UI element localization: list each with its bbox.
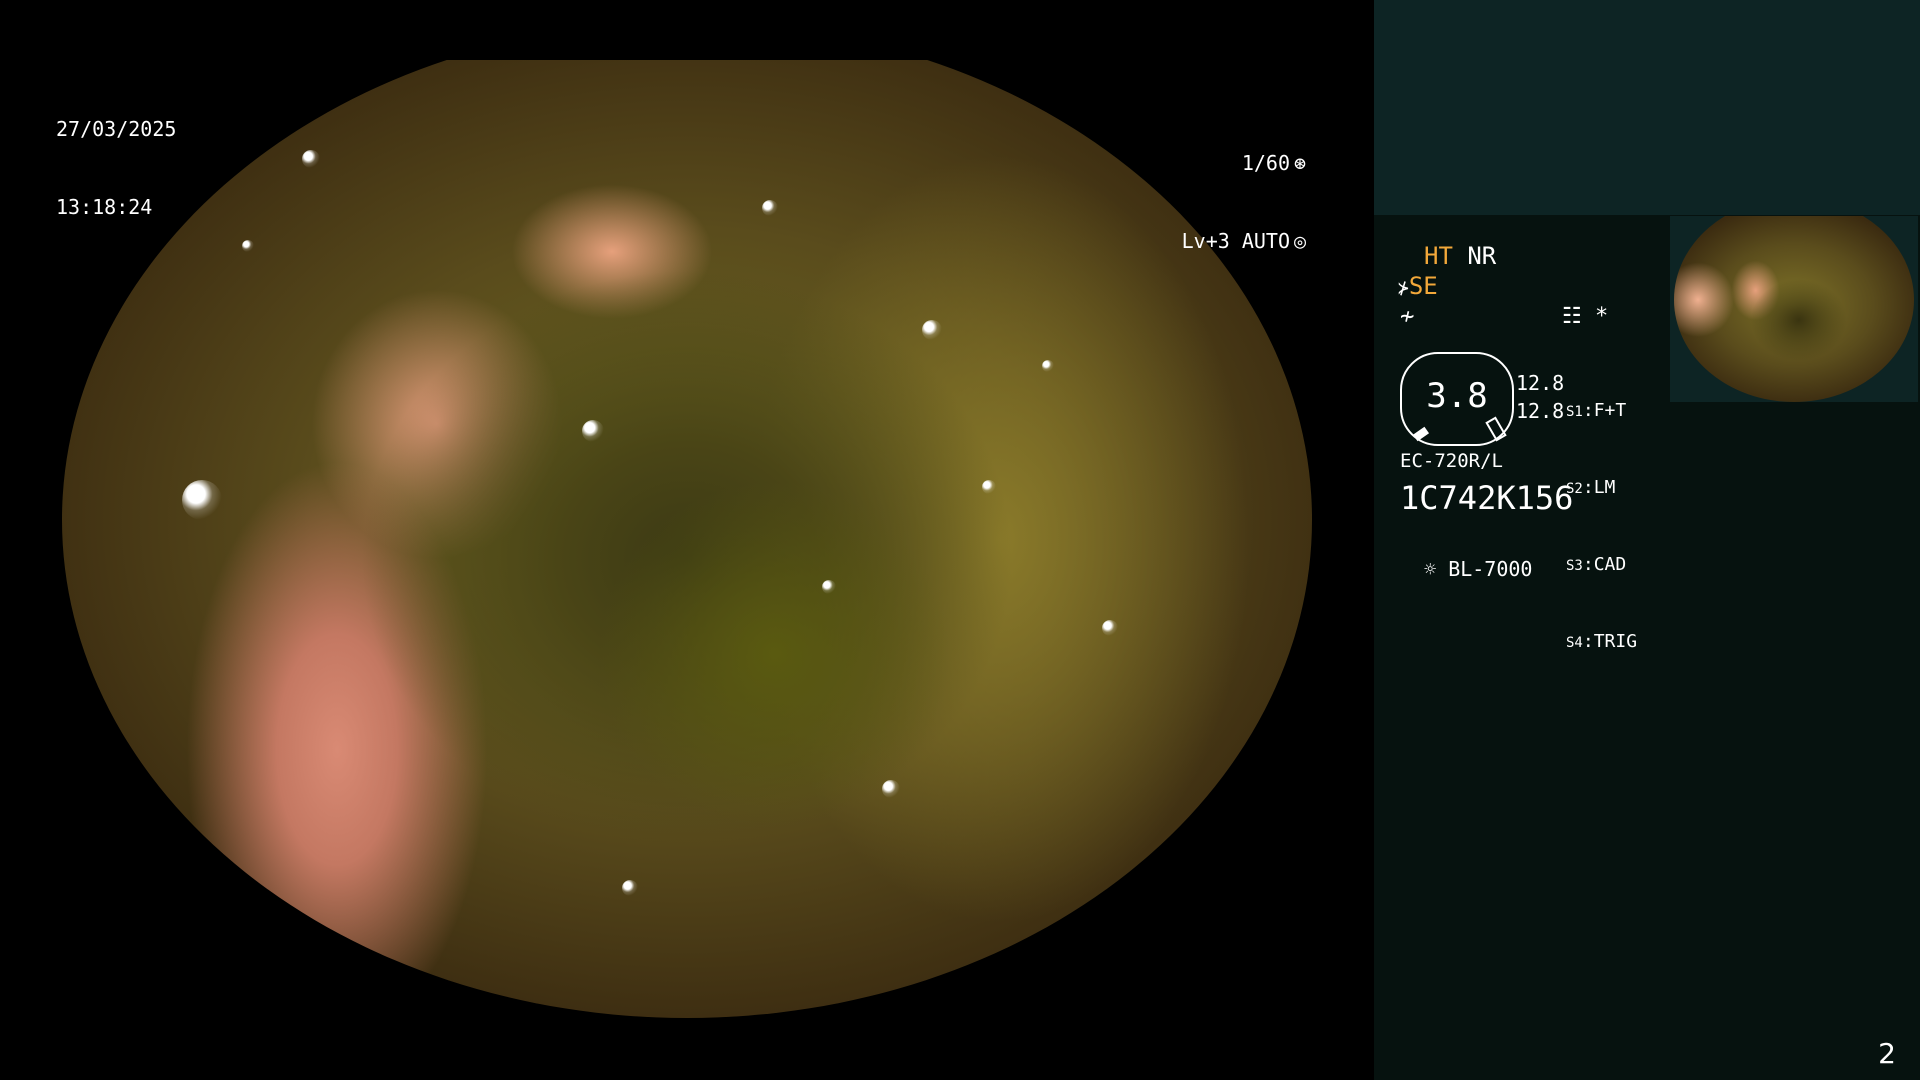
light-source-label: BL-7000 bbox=[1448, 557, 1533, 581]
switch-item: S1:F+T bbox=[1566, 400, 1627, 421]
shutter-label: 1/60 bbox=[1241, 151, 1290, 175]
mode-row-memo: ☷ * bbox=[1562, 304, 1608, 329]
mode-row-f: ≁ bbox=[1400, 302, 1414, 330]
scope-model-label: EC-720R/L bbox=[1400, 450, 1503, 472]
switch-list: S1:F+T S2:LM S3:CAD S4:TRIG bbox=[1566, 348, 1637, 681]
se-mode-label: SE bbox=[1408, 272, 1438, 300]
serial-number-label: 1C742K156 bbox=[1400, 479, 1574, 517]
zoom-value: 3.8 bbox=[1426, 376, 1488, 416]
zoom-gauge: 3.8 bbox=[1400, 352, 1514, 446]
light-source-icon: ☼ bbox=[1424, 557, 1437, 581]
sidebar-header-panel bbox=[1374, 0, 1920, 215]
aperture-icon: ⊛ bbox=[1293, 151, 1307, 175]
zoom-lower-value: 12.8 bbox=[1516, 399, 1565, 423]
enhance-icon: ⊁ bbox=[1398, 278, 1409, 299]
date-label: 27/03/2025 bbox=[56, 117, 177, 141]
ht-mode-label: HT bbox=[1424, 242, 1453, 270]
mode-row-se: ⊁SE bbox=[1398, 272, 1438, 300]
time-label: 13:18:24 bbox=[56, 195, 153, 219]
level-label: Lv+3 AUTO bbox=[1181, 229, 1290, 253]
nr-mode-label: NR bbox=[1467, 242, 1497, 270]
zoom-upper-value: 12.8 bbox=[1516, 371, 1565, 395]
exposure-display: 1/60 ⊛ Lv+3 AUTO ◎ bbox=[1182, 98, 1310, 280]
page-number: 2 bbox=[1878, 1037, 1896, 1070]
datetime-display: 27/03/2025 13:18:24 bbox=[56, 64, 176, 246]
filter-icon: ≁ bbox=[1400, 302, 1415, 330]
switch-item: S4:TRIG bbox=[1566, 631, 1638, 652]
thumbnail-preview[interactable] bbox=[1670, 216, 1918, 402]
endoscopic-image bbox=[62, 60, 1312, 1018]
switch-item: S3:CAD bbox=[1566, 554, 1627, 575]
iris-icon: ◎ bbox=[1293, 229, 1307, 253]
switch-item: S2:LM bbox=[1566, 477, 1616, 498]
light-source-row: ☼ BL-7000 bbox=[1400, 530, 1532, 582]
zoom-indicator-left bbox=[1412, 426, 1430, 442]
thumbnail-image bbox=[1674, 216, 1914, 402]
memo-icon: ☷ bbox=[1562, 304, 1582, 329]
asterisk-label: * bbox=[1594, 304, 1609, 329]
mode-row-ht-nr: HT NR bbox=[1424, 242, 1496, 270]
